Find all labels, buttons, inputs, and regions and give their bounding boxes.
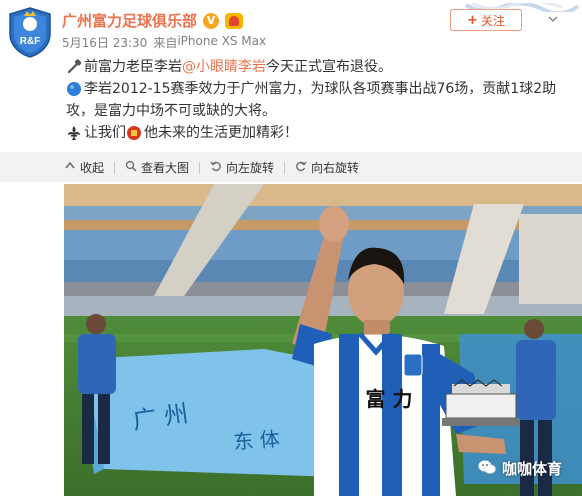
collapse-icon bbox=[64, 160, 76, 175]
avatar-logo-text: R&F bbox=[20, 36, 41, 47]
mention-link[interactable]: @小眼睛李岩 bbox=[182, 56, 266, 78]
plus-icon: + bbox=[467, 12, 478, 28]
rotate-left-label: 向左旋转 bbox=[226, 161, 275, 175]
toolbar-actions: 收起 查看大图 向左旋转 向右旋转 bbox=[64, 159, 359, 176]
text-line-3: 攻，是富力中场不可或缺的大将。 bbox=[66, 100, 566, 122]
trophy-plaque bbox=[442, 379, 520, 426]
toolbar-divider bbox=[199, 161, 201, 174]
collapse-button[interactable]: 收起 bbox=[64, 159, 104, 176]
author-row: 广州富力足球俱乐部 V bbox=[62, 10, 244, 31]
zoom-icon bbox=[125, 160, 137, 175]
rotate-left-icon bbox=[210, 160, 222, 175]
toolbar-divider bbox=[284, 161, 286, 174]
verified-badge-icon: V bbox=[203, 12, 220, 29]
post-source: iPhone XS Max bbox=[177, 34, 267, 48]
rotate-right-button[interactable]: 向右旋转 bbox=[295, 159, 359, 176]
rotate-right-label: 向右旋转 bbox=[311, 161, 360, 175]
collapse-label: 收起 bbox=[80, 161, 105, 175]
text-line-4-part-b: 他未来的生活更加精彩！ bbox=[144, 125, 298, 141]
source-prefix: 来自 bbox=[153, 36, 178, 50]
follow-button[interactable]: + 关注 bbox=[450, 9, 522, 31]
vip-badge-icon bbox=[225, 12, 244, 29]
post-photo[interactable]: 广 州 东 体 富 力 bbox=[64, 184, 582, 496]
blue-circle-icon bbox=[66, 81, 82, 97]
view-large-button[interactable]: 查看大图 bbox=[125, 159, 189, 176]
text-line-4: 让我们 他未来的生活更加精彩！ bbox=[66, 122, 566, 144]
text-line-3-content: 攻，是富力中场不可或缺的大将。 bbox=[66, 103, 276, 119]
wechat-icon bbox=[478, 459, 496, 479]
text-line-2: 李岩2012-15赛季效力于广州富力，为球队各项赛事出战76场，贡献1球2助 bbox=[66, 78, 566, 100]
watermark: 咖咖体育 bbox=[478, 458, 562, 479]
image-toolbar: 收起 查看大图 向左旋转 向右旋转 bbox=[0, 152, 582, 182]
post-text: 前富力老臣李岩 @小眼睛李岩 今天正式宣布退役。 李岩2012-15赛季效力于广… bbox=[66, 56, 566, 144]
weibo-post: R&F 广州富力足球俱乐部 V + 关注 5月16日 23:30 来自 iPho… bbox=[0, 0, 582, 496]
follow-label: 关注 bbox=[480, 13, 505, 28]
text-line-1-part-b: 今天正式宣布退役。 bbox=[266, 59, 392, 75]
svg-text:东 体: 东 体 bbox=[233, 427, 281, 454]
post-timestamp[interactable]: 5月16日 23:30 bbox=[62, 34, 147, 51]
chevron-down-icon[interactable] bbox=[546, 12, 560, 26]
rotate-left-button[interactable]: 向左旋转 bbox=[210, 159, 274, 176]
text-line-1-part-a: 前富力老臣李岩 bbox=[84, 59, 182, 75]
text-line-2-content: 李岩2012-15赛季效力于广州富力，为球队各项赛事出战76场，贡献1球2助 bbox=[84, 81, 557, 97]
post-meta: 5月16日 23:30 来自 iPhone XS Max bbox=[62, 34, 266, 51]
blessing-emoji-icon bbox=[126, 125, 142, 141]
toolbar-divider bbox=[114, 161, 116, 174]
watermark-text: 咖咖体育 bbox=[502, 460, 563, 478]
text-line-1: 前富力老臣李岩 @小眼睛李岩 今天正式宣布退役。 bbox=[66, 56, 566, 78]
rotate-right-icon bbox=[295, 160, 307, 175]
text-line-4-part-a: 让我们 bbox=[84, 125, 126, 141]
microphone-icon bbox=[66, 59, 82, 75]
author-name[interactable]: 广州富力足球俱乐部 bbox=[62, 10, 197, 31]
club-avatar[interactable]: R&F bbox=[6, 6, 54, 58]
jersey-text: 富 力 bbox=[366, 387, 413, 411]
view-large-label: 查看大图 bbox=[141, 161, 190, 175]
fleur-de-lis-icon bbox=[66, 125, 82, 141]
